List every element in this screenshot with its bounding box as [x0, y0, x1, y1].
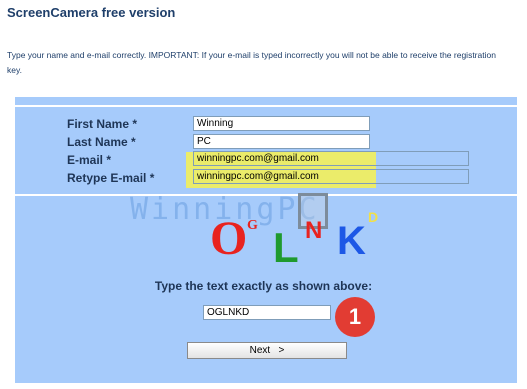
captcha-letter-6: D — [368, 209, 378, 225]
first-name-label: First Name * — [67, 117, 138, 131]
captcha-input[interactable]: OGLNKD — [203, 305, 331, 320]
last-name-label: Last Name * — [67, 135, 136, 149]
page-title: ScreenCamera free version — [7, 5, 176, 20]
retype-email-field[interactable]: winningpc.com@gmail.com — [193, 169, 469, 184]
captcha-letter-4: N — [305, 217, 322, 244]
captcha-instruction: Type the text exactly as shown above: — [154, 279, 373, 293]
email-label: E-mail * — [67, 153, 112, 167]
next-button[interactable]: Next > — [187, 342, 347, 359]
captcha-letter-2: G — [247, 218, 258, 233]
captcha-letter-5: K — [337, 219, 366, 263]
last-name-field[interactable]: PC — [193, 134, 370, 149]
email-field[interactable]: winningpc.com@gmail.com — [193, 151, 469, 166]
captcha-image: O G L N K D — [210, 209, 378, 266]
captcha-letter-3: L — [273, 224, 299, 266]
step-badge: 1 — [335, 297, 375, 337]
first-name-field[interactable]: Winning — [193, 116, 370, 131]
panel-divider-top — [15, 105, 517, 107]
intro-text: Type your name and e-mail correctly. IMP… — [7, 50, 496, 75]
captcha-letter-1: O — [210, 212, 247, 265]
retype-email-label: Retype E-mail * — [67, 171, 155, 185]
